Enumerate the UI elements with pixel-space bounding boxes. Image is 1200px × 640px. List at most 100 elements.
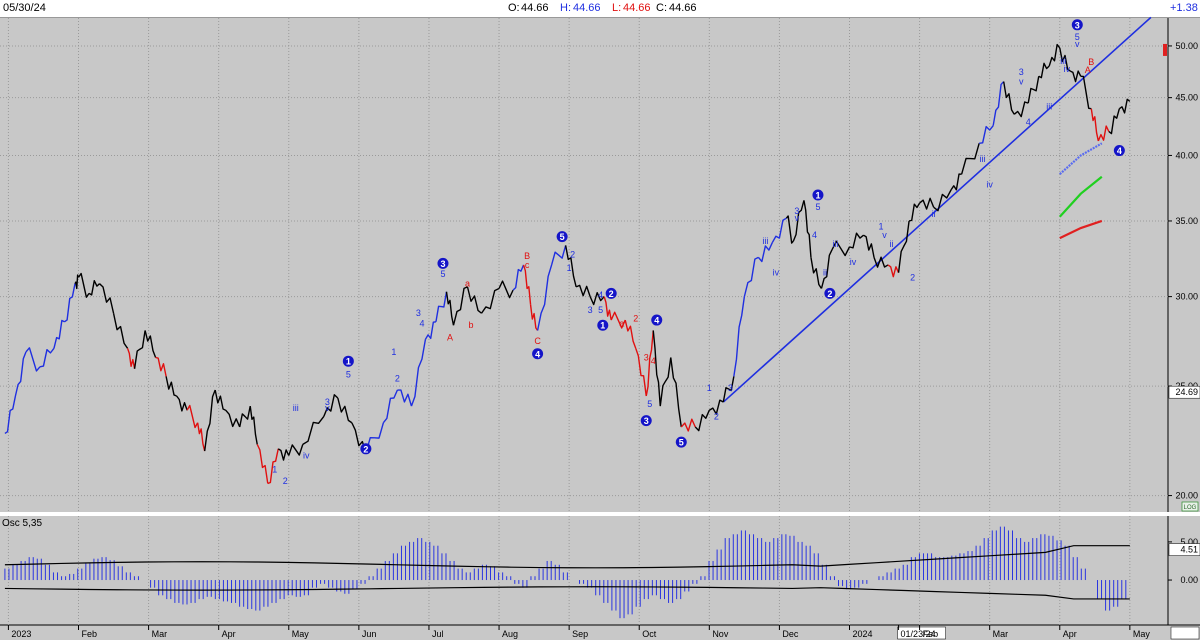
wave-label: A [1085, 65, 1091, 75]
wave-label: 2 [827, 289, 832, 299]
wave-label: 4 [419, 319, 424, 329]
wave-label: 3 [440, 259, 445, 269]
time-tick-label: Nov [712, 629, 729, 639]
wave-label: v [1075, 39, 1080, 49]
time-tick-label: Sep [572, 629, 588, 639]
wave-label: 5 [440, 269, 445, 279]
chart-window: 05/30/24 O: 44.66 H: 44.66 L: 44.66 C: 4… [0, 0, 1200, 640]
wave-label: 4 [812, 230, 817, 240]
time-axis [0, 625, 1200, 640]
log-badge-label: LOG [1184, 505, 1197, 511]
wave-label: 2 [633, 313, 638, 323]
chart-canvas: 12iiiiv3v152213435AabBcC452134521 a23 4453… [0, 16, 1200, 640]
price-tick-label: 35.00 [1175, 216, 1198, 226]
time-tick-label: Oct [642, 629, 657, 639]
wave-label: 1 [272, 464, 277, 474]
wave-label: 2 [570, 249, 575, 259]
wave-label: 5 [346, 369, 351, 379]
wave-label: 2 [609, 289, 614, 299]
wave-label: 4 [654, 316, 659, 326]
wave-label: v [795, 213, 800, 223]
pane-divider [0, 512, 1200, 516]
wave-label: iii [832, 239, 838, 249]
time-tick-label: May [292, 629, 310, 639]
wave-label: 1 [815, 191, 820, 201]
time-tick-label: Dec [782, 629, 799, 639]
wave-label: 3 [588, 305, 593, 315]
wave-label: 2 [363, 444, 368, 454]
wave-label: 3 [416, 308, 421, 318]
wave-label: 1 [346, 357, 351, 367]
wave-label: iv [986, 180, 993, 190]
wave-label: v [325, 403, 330, 413]
wave-label: C [534, 336, 541, 346]
wave-label: v [1019, 77, 1024, 87]
wave-label: 1 [567, 263, 572, 273]
price-tick-label: 20.00 [1175, 491, 1198, 501]
wave-label: 2 [910, 272, 915, 282]
wave-label: iv [303, 451, 310, 461]
wave-label: iv [773, 268, 780, 278]
wave-label: ii [890, 239, 894, 249]
price-tick-label: 40.00 [1175, 150, 1198, 160]
wave-label: iii [293, 403, 299, 413]
time-tick-label: Jul [432, 629, 444, 639]
wave-label: iii [762, 236, 768, 246]
wave-label: 1 [391, 347, 396, 357]
wave-label: iii [980, 154, 986, 164]
wave-label: 4 [1117, 146, 1122, 156]
wave-label: 3 [644, 416, 649, 426]
wave-label: 5 [679, 438, 684, 448]
time-tick-label: May [1133, 629, 1151, 639]
wave-label: 2 [283, 476, 288, 486]
wave-label: 5 [560, 232, 565, 242]
osc-axis [1168, 516, 1200, 625]
time-tick-label: Feb [923, 629, 939, 639]
wave-label: b [469, 320, 474, 330]
time-tick-label: Aug [502, 629, 518, 639]
wave-label: 5 [598, 305, 603, 315]
wave-label: iv [850, 257, 857, 267]
wave-label: iv [1064, 64, 1071, 74]
price-tick-label: 45.00 [1175, 93, 1198, 103]
wave-label: 5 [647, 399, 652, 409]
price-tick-label: 50.00 [1175, 41, 1198, 51]
osc-title: Osc 5,35 [2, 518, 42, 529]
wave-label: 4 [535, 349, 540, 359]
wave-label: A [447, 333, 453, 343]
price-marker [1163, 43, 1167, 56]
wave-label: 2 [395, 373, 400, 383]
wave-label: a [465, 279, 470, 289]
wave-label: 4 [598, 290, 603, 300]
time-tick-label: Apr [1063, 629, 1077, 639]
wave-label: ii [823, 268, 827, 278]
wave-label: 1 [600, 321, 605, 331]
wave-label: 4 [1026, 117, 1031, 127]
wave-label: c [525, 260, 530, 270]
bar-count-box [1170, 626, 1200, 640]
time-tick-label: Mar [993, 629, 1009, 639]
wave-label: 3 [644, 352, 649, 362]
wave-label: 3 [1075, 20, 1080, 30]
time-tick-label: Mar [152, 629, 168, 639]
last-price-label: 24.69 [1175, 387, 1198, 397]
wave-label: 4 [651, 356, 656, 366]
osc-last-label: 4.51 [1180, 545, 1198, 555]
wave-label: 1 [707, 383, 712, 393]
wave-label: v [882, 230, 887, 240]
wave-label: 2 [714, 411, 719, 421]
wave-label: ii [932, 209, 936, 219]
wave-label: 3 [728, 383, 733, 393]
wave-label: iii [1046, 101, 1052, 111]
price-pane [0, 18, 1168, 512]
osc-pane [0, 516, 1168, 625]
time-tick-label: Jun [362, 629, 377, 639]
wave-label: 5 [815, 202, 820, 212]
time-tick-label: 2024 [852, 629, 872, 639]
time-tick-label: Apr [222, 629, 236, 639]
time-tick-label: Feb [82, 629, 98, 639]
time-tick-label: 2023 [11, 629, 31, 639]
osc-tick-label: 0.00 [1180, 575, 1198, 585]
wave-label: a [619, 319, 624, 329]
price-tick-label: 30.00 [1175, 292, 1198, 302]
